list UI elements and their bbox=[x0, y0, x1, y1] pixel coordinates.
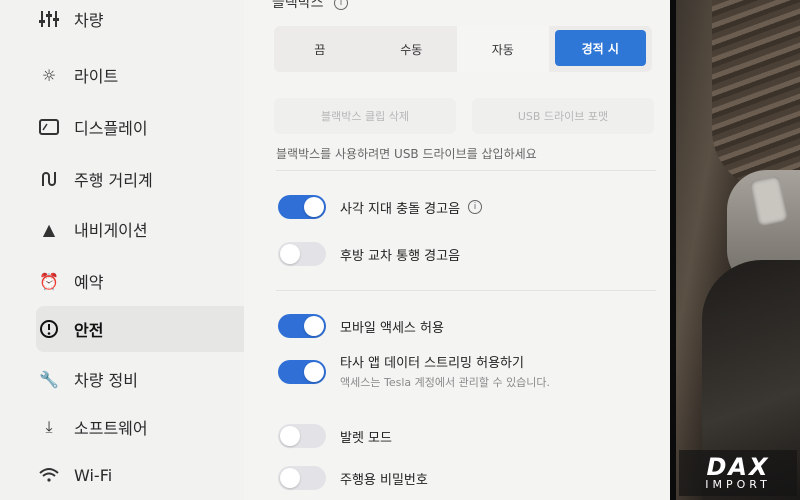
toggle-sublabel: 액세스는 Tesla 계정에서 관리할 수 있습니다. bbox=[340, 376, 551, 389]
sidebar-item-schedule[interactable]: ⏰ 예약 bbox=[36, 258, 244, 304]
car-interior-photo bbox=[672, 0, 800, 500]
info-icon[interactable]: i bbox=[468, 200, 483, 214]
dashcam-option-off[interactable]: 끔 bbox=[274, 26, 366, 72]
dashcam-section-title: 블랙박스 i bbox=[272, 0, 348, 12]
trip-icon bbox=[38, 168, 60, 190]
touchscreen: 차량 ☼ 라이트 디스플레이 주행 거리계 ▲ 내비게이션 ⏰ 예약 안전 🔧 … bbox=[0, 0, 676, 500]
pin-to-drive-toggle[interactable] bbox=[278, 466, 326, 490]
sidebar-item-label: 디스플레이 bbox=[74, 119, 148, 138]
toggle-label: 발렛 모드 bbox=[340, 430, 392, 446]
blind-spot-chime-toggle[interactable] bbox=[278, 195, 326, 219]
sliders-icon bbox=[38, 8, 60, 30]
sidebar-item-label: 주행 거리계 bbox=[74, 171, 153, 190]
settings-sidebar: 차량 ☼ 라이트 디스플레이 주행 거리계 ▲ 내비게이션 ⏰ 예약 안전 🔧 … bbox=[0, 0, 244, 500]
download-icon: ⤓ bbox=[45, 417, 53, 436]
sidebar-item-trips[interactable]: 주행 거리계 bbox=[36, 156, 244, 202]
toggle-label: 모바일 액세스 허용 bbox=[340, 320, 444, 336]
usb-hint-text: 블랙박스를 사용하려면 USB 드라이브를 삽입하세요 bbox=[276, 147, 537, 161]
format-usb-button[interactable]: USB 드라이브 포맷 bbox=[472, 98, 654, 134]
mobile-access-toggle[interactable] bbox=[278, 314, 326, 338]
sidebar-item-wifi[interactable]: Wi-Fi bbox=[36, 452, 244, 498]
wifi-icon bbox=[38, 464, 60, 486]
sidebar-item-software[interactable]: ⤓ 소프트웨어 bbox=[36, 404, 244, 450]
safety-settings-panel: 블랙박스 i 끔 수동 자동 경적 시 블랙박스 클립 삭제 USB 드라이브 … bbox=[258, 0, 658, 500]
pin-to-drive-row: 주행용 비밀번호 bbox=[278, 466, 428, 490]
toggle-label: 사각 지대 충돌 경고음 bbox=[340, 201, 461, 217]
rear-cross-traffic-chime-toggle[interactable] bbox=[278, 242, 326, 266]
valet-mode-toggle[interactable] bbox=[278, 424, 326, 448]
mobile-access-row: 모바일 액세스 허용 bbox=[278, 314, 444, 338]
sidebar-item-display[interactable]: 디스플레이 bbox=[36, 104, 244, 150]
wrench-icon: 🔧 bbox=[39, 369, 59, 389]
wood-trim bbox=[712, 0, 800, 190]
sidebar-item-navigation[interactable]: ▲ 내비게이션 bbox=[36, 206, 244, 252]
sidebar-item-service[interactable]: 🔧 차량 정비 bbox=[36, 356, 244, 402]
delete-clips-button[interactable]: 블랙박스 클립 삭제 bbox=[274, 98, 456, 134]
dashcam-option-manual[interactable]: 수동 bbox=[366, 26, 458, 72]
dax-import-watermark: DAX IMPORT bbox=[679, 450, 797, 496]
alarm-clock-icon: ⏰ bbox=[39, 271, 59, 291]
sidebar-item-label: 차량 bbox=[74, 11, 104, 30]
blind-spot-chime-row: 사각 지대 충돌 경고음 i bbox=[278, 195, 483, 219]
sidebar-item-label: Wi-Fi bbox=[74, 465, 113, 485]
sidebar-item-label: 라이트 bbox=[74, 67, 119, 86]
watermark-sub: IMPORT bbox=[705, 477, 771, 491]
toggle-label: 주행용 비밀번호 bbox=[340, 472, 428, 488]
dashcam-option-on-honk[interactable]: 경적 시 bbox=[554, 30, 646, 66]
alert-circle-icon bbox=[38, 318, 60, 340]
divider bbox=[276, 290, 656, 291]
sidebar-item-safety[interactable]: 안전 bbox=[36, 306, 244, 352]
third-party-streaming-toggle[interactable] bbox=[278, 360, 326, 384]
rear-cross-traffic-chime-row: 후방 교차 통행 경고음 bbox=[278, 242, 460, 266]
sidebar-item-label: 차량 정비 bbox=[74, 371, 138, 390]
dashcam-actions: 블랙박스 클립 삭제 USB 드라이브 포맷 bbox=[274, 98, 654, 134]
sidebar-item-vehicle[interactable]: 차량 bbox=[36, 0, 244, 42]
watermark-brand: DAX bbox=[706, 452, 770, 481]
navigation-icon: ▲ bbox=[42, 219, 56, 239]
sidebar-item-lights[interactable]: ☼ 라이트 bbox=[36, 52, 244, 98]
toggle-label: 타사 앱 데이터 스트리밍 허용하기 bbox=[340, 356, 524, 371]
dashcam-option-auto[interactable]: 자동 bbox=[457, 26, 549, 72]
divider bbox=[276, 170, 656, 171]
sidebar-item-label: 소프트웨어 bbox=[74, 419, 148, 438]
sidebar-item-label: 예약 bbox=[74, 273, 104, 292]
dashcam-mode-selector: 끔 수동 자동 경적 시 bbox=[274, 26, 652, 72]
third-party-streaming-row: 타사 앱 데이터 스트리밍 허용하기 액세스는 Tesla 계정에서 관리할 수… bbox=[278, 352, 550, 390]
valet-mode-row: 발렛 모드 bbox=[278, 424, 392, 448]
display-icon bbox=[38, 116, 60, 138]
sidebar-item-label: 내비게이션 bbox=[74, 221, 148, 240]
sun-icon: ☼ bbox=[41, 65, 57, 85]
sidebar-item-label: 안전 bbox=[74, 321, 104, 340]
toggle-label: 후방 교차 통행 경고음 bbox=[340, 248, 461, 264]
info-icon[interactable]: i bbox=[333, 0, 348, 10]
